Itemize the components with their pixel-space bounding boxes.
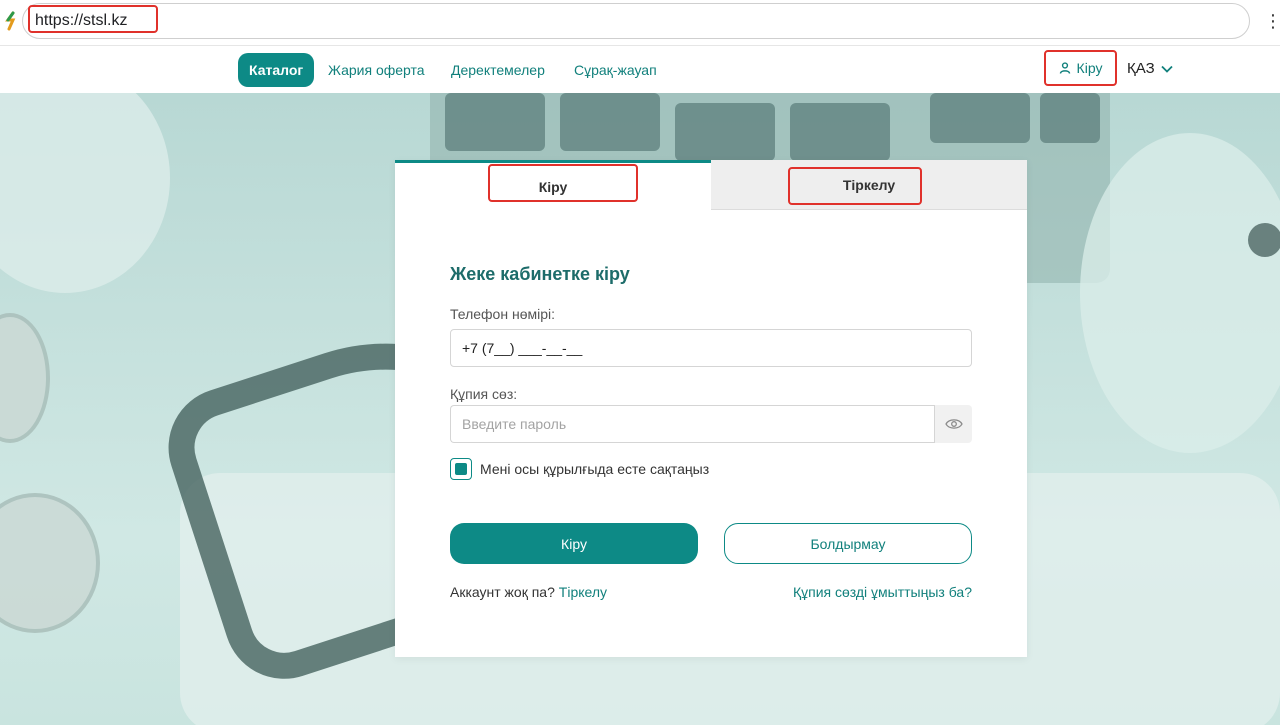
login-card: Кіру Тіркелу Жеке кабинетке кіру Телефон… <box>395 160 1027 657</box>
nav-catalog-button[interactable]: Каталог <box>238 53 315 87</box>
background-key <box>930 93 1030 143</box>
header-login-button[interactable]: Кіру <box>1044 50 1117 86</box>
checkbox-checked-mark <box>455 463 467 475</box>
background-key <box>1040 93 1100 143</box>
site-header: Каталог Жария оферта Деректемелер Сұрақ-… <box>0 47 1280 93</box>
background-coin <box>0 313 50 443</box>
nav-details-link[interactable]: Деректемелер <box>451 62 545 78</box>
browser-address-bar: https://stsl.kz ⋮ <box>0 0 1280 46</box>
background-mug <box>0 93 170 293</box>
phone-label: Телефон нөмірі: <box>450 306 556 322</box>
language-select[interactable]: ҚАЗ <box>1127 60 1173 77</box>
remember-me-label: Мені осы құрылғыда есте сақтаңыз <box>480 461 710 477</box>
password-label: Құпия сөз: <box>450 386 518 402</box>
forgot-password-link[interactable]: Құпия сөзді ұмыттыңыз ба? <box>793 584 972 600</box>
background-key <box>675 103 775 161</box>
card-title: Жеке кабинетке кіру <box>450 264 630 284</box>
header-login-label: Кіру <box>1076 60 1103 76</box>
checkbox-box[interactable] <box>450 458 472 480</box>
user-icon <box>1059 62 1070 74</box>
remember-me-checkbox[interactable]: Мені осы құрылғыда есте сақтаңыз <box>450 458 709 480</box>
password-input[interactable]: Введите пароль <box>450 405 934 443</box>
url-field[interactable]: https://stsl.kz <box>22 3 1250 39</box>
no-account-label: Аккаунт жоқ па? <box>450 584 555 600</box>
tab-register-annotation-box <box>788 167 922 205</box>
register-link[interactable]: Тіркелу <box>559 584 607 600</box>
nav-faq-link[interactable]: Сұрақ-жауап <box>574 62 657 78</box>
tab-login-annotation-box <box>488 164 638 202</box>
background-coin <box>0 493 100 633</box>
browser-menu-icon[interactable]: ⋮ <box>1264 10 1280 32</box>
language-label: ҚАЗ <box>1127 60 1155 77</box>
nav-public-offer-link[interactable]: Жария оферта <box>328 62 425 78</box>
password-placeholder: Введите пароль <box>462 416 567 432</box>
site-favicon-icon <box>5 11 16 31</box>
url-annotation-box <box>28 5 158 33</box>
no-account-text: Аккаунт жоқ па? Тіркелу <box>450 584 607 600</box>
background-key <box>445 93 545 151</box>
background-key <box>790 103 890 161</box>
background-cup <box>1080 133 1280 453</box>
submit-login-button[interactable]: Кіру <box>450 523 698 564</box>
chevron-down-icon <box>1161 65 1173 73</box>
show-password-button[interactable] <box>934 405 972 443</box>
cancel-button[interactable]: Болдырмау <box>724 523 972 564</box>
phone-input[interactable]: +7 (7__) ___-__-__ <box>450 329 972 367</box>
background-key <box>560 93 660 151</box>
eye-icon <box>944 419 963 429</box>
background-dot <box>1248 223 1280 257</box>
